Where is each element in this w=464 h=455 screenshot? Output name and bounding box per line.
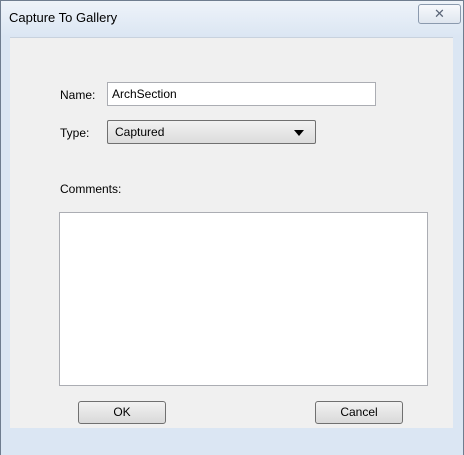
dialog-window: Capture To Gallery ✕ Name: Type: Capture… [0,0,464,455]
window-title: Capture To Gallery [9,10,118,25]
window-frame-bottom [1,428,463,455]
window-frame-left [1,37,10,455]
ok-button[interactable]: OK [78,401,166,424]
type-label: Type: [60,126,90,140]
type-dropdown[interactable]: Captured [107,120,316,144]
title-bar[interactable]: Capture To Gallery ✕ [1,1,463,38]
comments-label: Comments: [60,182,122,196]
close-button[interactable]: ✕ [418,4,461,24]
window-frame-right [453,37,463,455]
cancel-button[interactable]: Cancel [315,401,403,424]
type-dropdown-value: Captured [115,125,165,139]
name-input[interactable] [107,82,376,106]
comments-textarea[interactable] [59,212,428,386]
chevron-down-icon [294,130,304,136]
name-label: Name: [60,88,96,102]
close-icon: ✕ [434,6,445,21]
